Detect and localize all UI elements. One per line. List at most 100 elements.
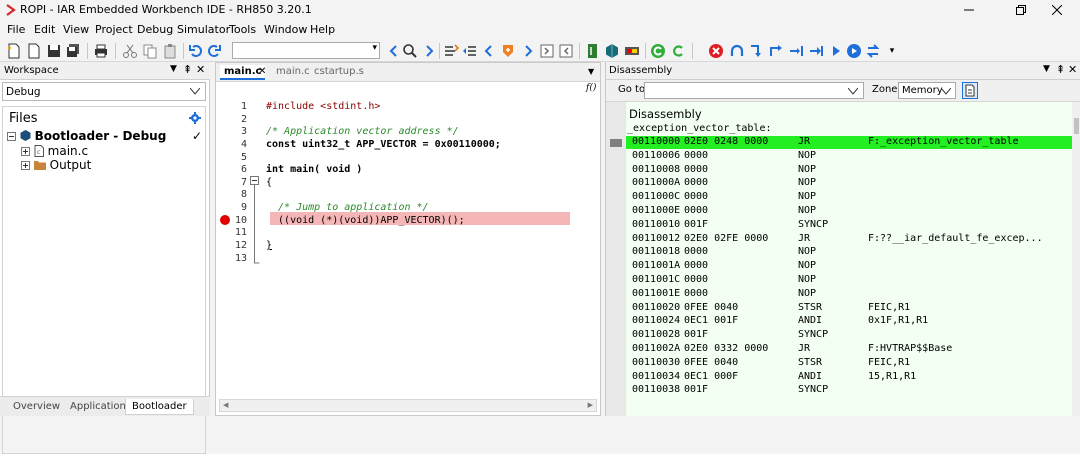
tree-item-output[interactable]: Output: [21, 158, 91, 172]
disassembly-row[interactable]: 0011002A 02E0 0332 0000 JR F:HVTRAP$$Base: [626, 343, 1072, 356]
tree-project[interactable]: Bootloader - Debug: [7, 129, 166, 143]
menu-debug[interactable]: Debug: [137, 23, 173, 36]
disassembly-row[interactable]: 0011000A 0000 NOP: [626, 177, 1072, 190]
disassembly-row[interactable]: 00110024 0EC1 001F ANDI 0x1F,R1,R1: [626, 315, 1072, 328]
disassembly-row[interactable]: 0011001E 0000 NOP: [626, 288, 1072, 301]
redo-icon[interactable]: [206, 43, 222, 59]
disassembly-row[interactable]: 0011001C 0000 NOP: [626, 274, 1072, 287]
tab-bootloader[interactable]: Bootloader: [125, 399, 194, 415]
menu-view[interactable]: View: [63, 23, 89, 36]
pin-icon[interactable]: ⇞: [1056, 63, 1065, 76]
reset-icon[interactable]: [729, 43, 745, 59]
stop-build-icon[interactable]: [624, 43, 640, 59]
disassembly-row[interactable]: 00110030 0FEE 0040 STSR FEIC,R1: [626, 357, 1072, 370]
close-tab-icon[interactable]: ✕: [258, 66, 266, 77]
download-debug-icon[interactable]: [650, 43, 666, 59]
fold-collapse-icon[interactable]: [250, 176, 260, 266]
disassembly-row[interactable]: 00110008 0000 NOP: [626, 164, 1072, 177]
settings-gear-icon[interactable]: [189, 112, 201, 124]
break-icon[interactable]: [865, 43, 881, 59]
previous-bookmark-icon[interactable]: [481, 43, 497, 59]
stop-debug-icon[interactable]: [708, 43, 724, 59]
tab-cstartup-s[interactable]: cstartup.s: [314, 66, 364, 77]
step-out-icon[interactable]: [788, 43, 804, 59]
run-to-cursor-icon[interactable]: [828, 43, 844, 59]
close-icon[interactable]: ✕: [1068, 63, 1077, 76]
menu-window[interactable]: Window: [264, 23, 307, 36]
function-navigator-icon[interactable]: f(): [586, 83, 596, 93]
disassembly-row[interactable]: 0011000C 0000 NOP: [626, 191, 1072, 204]
bookmark-list-icon[interactable]: [462, 43, 478, 59]
disassembly-row[interactable]: 00110034 0EC1 000F ANDI 15,R1,R1: [626, 371, 1072, 384]
disassembly-row[interactable]: 00110010 001F SYNCP: [626, 219, 1072, 232]
vertical-scrollbar[interactable]: [1072, 102, 1080, 416]
expand-icon[interactable]: [21, 147, 30, 156]
tree-item-main-c[interactable]: c main.c: [21, 144, 88, 158]
minimize-button[interactable]: [946, 0, 992, 20]
go-icon[interactable]: [846, 43, 862, 59]
files-label: Files: [9, 111, 38, 126]
go-to-icon[interactable]: [539, 43, 555, 59]
menu-help[interactable]: Help: [310, 23, 335, 36]
close-icon[interactable]: ✕: [196, 63, 205, 76]
new-document-icon[interactable]: [26, 43, 42, 59]
toggle-source-icon[interactable]: [962, 82, 978, 99]
disassembly-row[interactable]: 00110006 0000 NOP: [626, 150, 1072, 163]
save-all-icon[interactable]: [65, 43, 81, 59]
disassembly-row[interactable]: 00110020 0FEE 0040 STSR FEIC,R1: [626, 302, 1072, 315]
next-bookmark-icon[interactable]: [520, 43, 536, 59]
debug-without-download-icon[interactable]: [670, 43, 686, 59]
overflow-chevron-icon[interactable]: ▾: [884, 43, 900, 59]
zone-select[interactable]: Memory: [898, 82, 956, 99]
tab-main-c[interactable]: main.c: [276, 66, 310, 77]
disassembly-row[interactable]: 00110038 001F SYNCP: [626, 384, 1072, 397]
pin-icon[interactable]: ⇞: [183, 63, 192, 76]
navigate-back-icon[interactable]: [558, 43, 574, 59]
next-statement-icon[interactable]: [808, 43, 824, 59]
menu-edit[interactable]: Edit: [34, 23, 55, 36]
menu-tools[interactable]: Tools: [229, 23, 256, 36]
search-icon[interactable]: [402, 43, 418, 59]
scroll-right-icon[interactable]: ▶: [588, 401, 593, 409]
find-combo[interactable]: ▾: [232, 42, 380, 59]
menu-simulator[interactable]: Simulator: [177, 23, 230, 36]
print-icon[interactable]: [93, 43, 109, 59]
step-over-icon[interactable]: [748, 43, 764, 59]
scroll-left-icon[interactable]: ◀: [223, 401, 228, 409]
find-previous-icon[interactable]: [386, 43, 402, 59]
save-icon[interactable]: [46, 43, 62, 59]
disassembly-row[interactable]: 00110028 001F SYNCP: [626, 329, 1072, 342]
collapse-icon[interactable]: [7, 132, 16, 141]
disassembly-row[interactable]: 00110018 0000 NOP: [626, 246, 1072, 259]
code-area[interactable]: 1 2 3 4 5 6 7 8 9 10 11 12 13 #include <…: [216, 95, 600, 395]
disassembly-listing[interactable]: Disassembly _exception_vector_table: 001…: [606, 102, 1072, 416]
paste-icon[interactable]: [162, 43, 178, 59]
menu-file[interactable]: File: [7, 23, 25, 36]
copy-icon[interactable]: [142, 43, 158, 59]
configuration-select[interactable]: Debug: [2, 82, 206, 101]
panel-menu-icon[interactable]: ▼: [170, 64, 177, 74]
disassembly-row[interactable]: 0011001A 0000 NOP: [626, 260, 1072, 273]
undo-icon[interactable]: [188, 43, 204, 59]
compile-icon[interactable]: [585, 43, 601, 59]
disassembly-row[interactable]: 00110000 02E0 0248 0000 JR F:_exception_vec…: [626, 136, 1072, 149]
make-icon[interactable]: [604, 43, 620, 59]
menu-project[interactable]: Project: [95, 23, 133, 36]
bookmark-shield-icon[interactable]: [500, 43, 516, 59]
scroll-thumb[interactable]: [1074, 118, 1079, 134]
toggle-bookmark-icon[interactable]: [443, 43, 459, 59]
expand-icon[interactable]: [21, 161, 30, 170]
horizontal-scrollbar[interactable]: ◀ ▶: [219, 399, 597, 412]
find-next-icon[interactable]: [421, 43, 437, 59]
tab-application[interactable]: Application: [70, 401, 126, 412]
tabs-dropdown-icon[interactable]: ▼: [588, 67, 594, 76]
disassembly-row[interactable]: 0011000E 0000 NOP: [626, 205, 1072, 218]
goto-input[interactable]: [644, 82, 864, 99]
close-button[interactable]: [1034, 0, 1080, 20]
panel-menu-icon[interactable]: ▼: [1043, 64, 1050, 74]
tab-overview[interactable]: Overview: [13, 401, 60, 412]
new-file-icon[interactable]: [6, 43, 22, 59]
step-into-icon[interactable]: [768, 43, 784, 59]
disassembly-row[interactable]: 00110012 02E0 02FE 0000 JR F:??__iar_defaul…: [626, 233, 1072, 246]
cut-icon[interactable]: [122, 43, 138, 59]
